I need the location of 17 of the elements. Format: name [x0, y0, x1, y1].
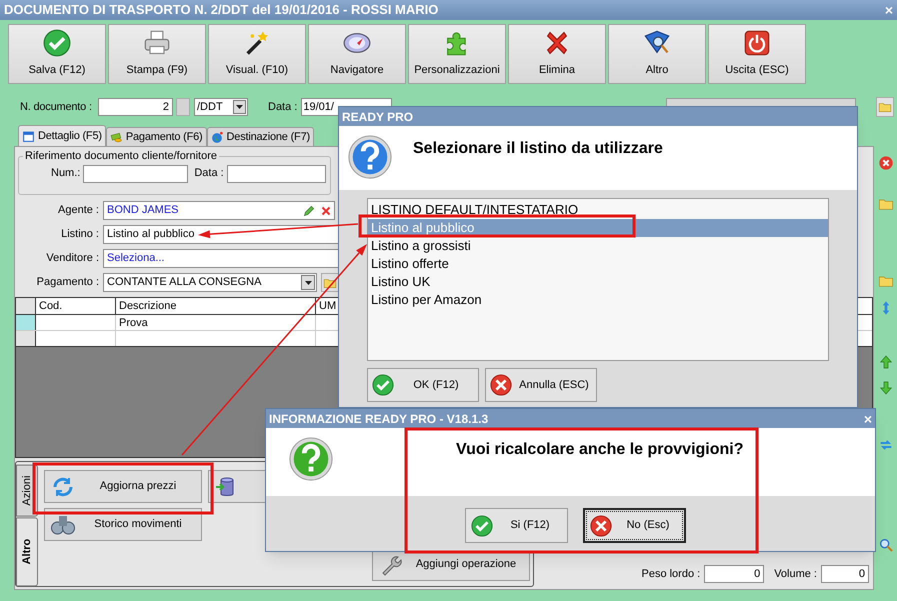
field-label: N. documento :: [20, 100, 93, 115]
field-label: Data :: [194, 166, 224, 182]
field-label: Venditore :: [45, 251, 100, 266]
dialog-title: INFORMAZIONE READY PRO - V18.1.3: [269, 410, 488, 428]
table-cell: Prova: [116, 315, 316, 330]
field-label: Num.:: [51, 166, 80, 182]
field-label: Pagamento :: [36, 275, 100, 290]
field-label: Agente :: [57, 203, 100, 218]
field-label: Peso lordo :: [641, 566, 700, 582]
field-label: Volume :: [774, 566, 817, 582]
field-label: Data :: [268, 100, 298, 115]
group-title: Riferimento documento cliente/fornitore: [24, 149, 218, 164]
window-title: DOCUMENTO DI TRASPORTO N. 2/DDT del 19/01/2016 - ROSSI MARIO: [4, 1, 438, 20]
dialog-message: Selezionare il listino da utilizzare: [413, 139, 663, 159]
field-label: Listino :: [60, 227, 100, 242]
dialog-title: READY PRO: [342, 108, 414, 126]
dialog-message: Vuoi ricalcolare anche le provvigioni?: [456, 440, 744, 460]
